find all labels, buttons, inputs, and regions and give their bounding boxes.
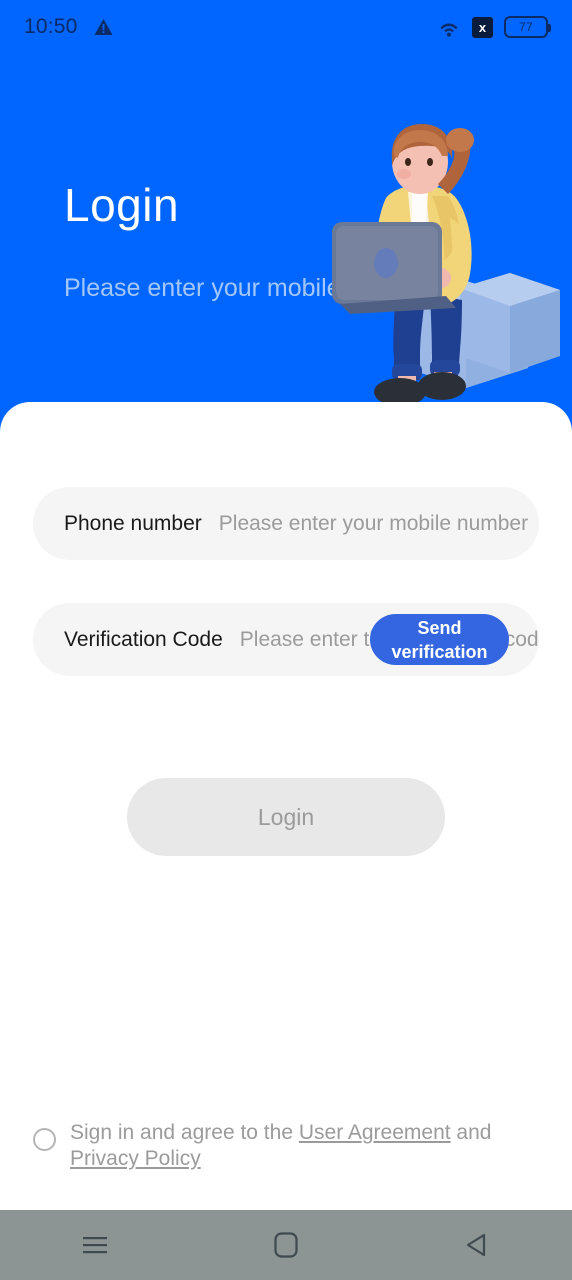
sim-x-label: x [478,19,487,35]
menu-icon [82,1235,108,1255]
verification-code-label: Verification Code [64,627,223,651]
home-button[interactable] [251,1210,321,1280]
recents-button[interactable] [60,1210,130,1280]
person-with-laptop-illustration [320,118,572,408]
privacy-policy-link[interactable]: Privacy Policy [70,1147,201,1170]
agreement-text: Sign in and agree to the User Agreement … [70,1120,533,1172]
wifi-icon [437,17,461,37]
agreement-row[interactable]: Sign in and agree to the User Agreement … [33,1120,533,1172]
page-title: Login [64,179,180,231]
phone-screen: Login Please enter your mobile number 10… [0,0,572,1280]
user-agreement-link[interactable]: User Agreement [299,1121,451,1144]
agreement-conjunction: and [450,1121,492,1144]
status-bar-left: 10:50 [24,15,113,39]
login-button[interactable]: Login [127,778,445,856]
phone-number-field-row[interactable]: Phone number [33,487,539,560]
agreement-checkbox[interactable] [33,1128,56,1151]
login-form-card: Phone number Verification Code Send veri… [0,402,572,1210]
battery-level-label: 77 [519,20,533,34]
back-button[interactable] [442,1210,512,1280]
android-navigation-bar [0,1210,572,1280]
warning-triangle-icon [94,18,113,36]
back-triangle-icon [464,1232,490,1258]
battery-icon: 77 [504,16,551,38]
phone-number-input[interactable] [218,503,539,544]
sim-x-icon: x [472,16,493,38]
send-verification-code-button[interactable]: Send verification code [370,614,509,665]
home-square-icon [274,1232,298,1258]
status-bar: 10:50 x 77 [0,0,572,54]
status-time: 10:50 [24,15,78,38]
phone-number-label: Phone number [64,511,202,535]
agreement-prefix: Sign in and agree to the [70,1121,299,1144]
status-bar-right: x 77 [437,16,551,38]
verification-code-field-row[interactable]: Verification Code Send verification code [33,603,539,676]
